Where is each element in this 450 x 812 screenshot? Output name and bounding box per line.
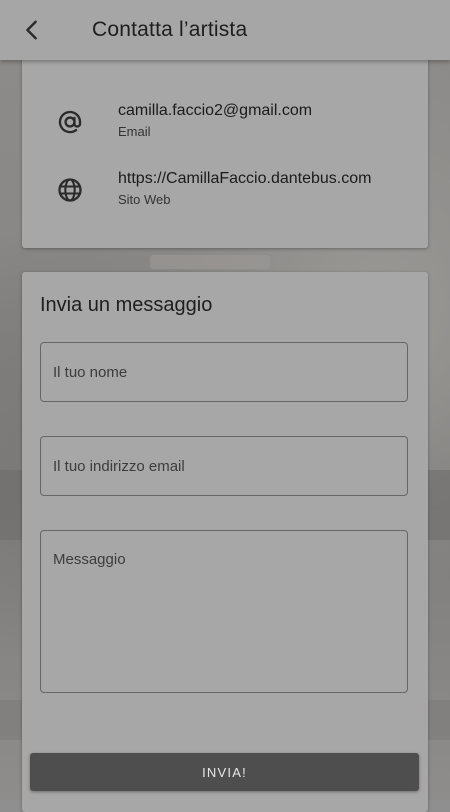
website-caption: Sito Web: [118, 192, 171, 207]
send-button[interactable]: INVIA!: [30, 753, 419, 791]
contact-website-row[interactable]: https://CamillaFaccio.dantebus.com Sito …: [22, 170, 428, 220]
app-bar: Contatta l’artista: [0, 0, 450, 60]
back-button[interactable]: [0, 0, 64, 60]
contact-email-row[interactable]: camilla.faccio2@gmail.com Email: [22, 102, 428, 152]
background-detail: [150, 255, 270, 269]
email-input[interactable]: [40, 436, 408, 496]
form-title: Invia un messaggio: [40, 294, 213, 316]
contact-info-card: camilla.faccio2@gmail.com Email https://…: [22, 58, 428, 248]
at-sign-icon: [58, 110, 82, 134]
email-caption: Email: [118, 124, 151, 139]
chevron-left-icon: [26, 20, 37, 40]
email-value[interactable]: camilla.faccio2@gmail.com: [118, 102, 312, 120]
globe-icon: [58, 178, 82, 202]
message-form-card: Invia un messaggio: [22, 272, 428, 812]
message-textarea[interactable]: [40, 530, 408, 693]
name-input[interactable]: [40, 342, 408, 402]
page-title: Contatta l’artista: [92, 18, 248, 41]
website-value[interactable]: https://CamillaFaccio.dantebus.com: [118, 170, 371, 188]
